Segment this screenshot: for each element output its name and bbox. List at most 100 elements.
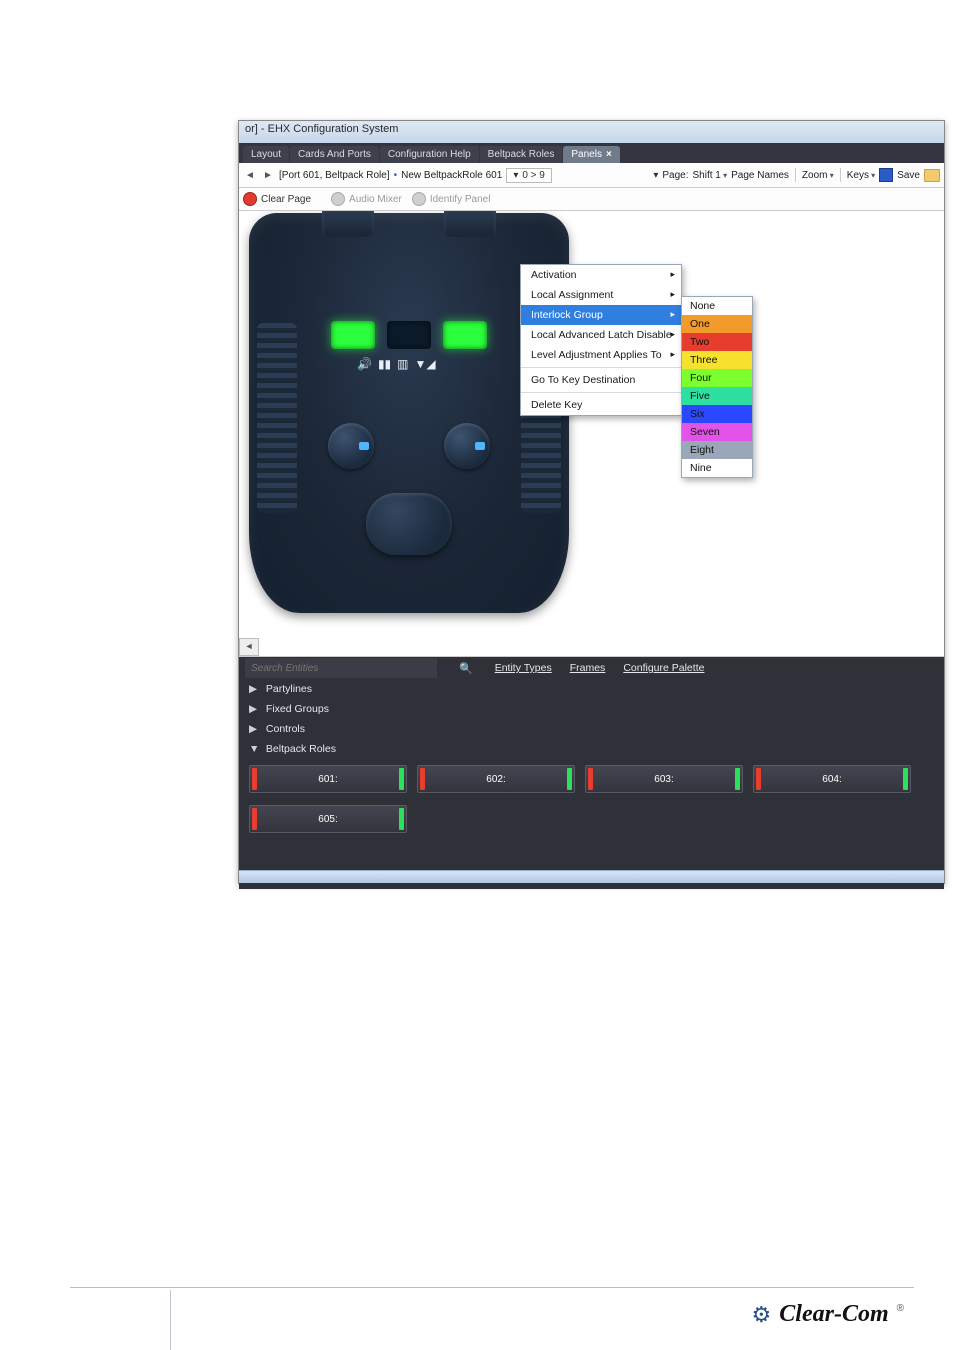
hscroll-left[interactable]: ◄ — [239, 638, 259, 656]
ctx-activation[interactable]: Activation — [521, 265, 681, 285]
interlock-opt-six[interactable]: Six — [682, 405, 752, 423]
interlock-opt-none[interactable]: None — [682, 297, 752, 315]
identify-panel-icon — [412, 192, 426, 206]
interlock-opt-one[interactable]: One — [682, 315, 752, 333]
keys-dropdown[interactable]: Keys — [847, 170, 875, 181]
role-tile[interactable]: 605: — [249, 805, 407, 833]
tab-panels[interactable]: Panels× — [563, 146, 619, 163]
clear-page-icon — [243, 192, 257, 206]
ctx-interlock-group[interactable]: Interlock Group — [521, 305, 681, 325]
gear-icon: ⚙ — [752, 1302, 772, 1328]
role-tile[interactable]: 602: — [417, 765, 575, 793]
ctx-go-to-key-destination[interactable]: Go To Key Destination — [521, 370, 681, 390]
palette-header: 🔍 Entity Types Frames Configure Palette — [239, 657, 944, 679]
zoom-dropdown[interactable]: Zoom — [802, 170, 834, 181]
registered-mark: ® — [897, 1303, 904, 1314]
chevron-right-icon: ▶ — [249, 703, 257, 715]
configure-palette-link[interactable]: Configure Palette — [623, 662, 704, 674]
device-knob-left[interactable] — [328, 423, 374, 469]
entity-types-link[interactable]: Entity Types — [495, 662, 552, 674]
category-partylines[interactable]: ▶ Partylines — [239, 679, 944, 699]
device-key-1[interactable] — [331, 321, 375, 349]
brand-name: Clear-Com — [779, 1301, 888, 1328]
device-port-right — [444, 211, 496, 237]
breadcrumb-role[interactable]: New BeltpackRole 601 — [401, 170, 502, 181]
device-knob-right[interactable] — [444, 423, 490, 469]
category-controls[interactable]: ▶ Controls — [239, 719, 944, 739]
breadcrumb-port: [Port 601, Beltpack Role] — [279, 170, 390, 181]
taskbar — [239, 870, 944, 883]
device-key-3[interactable] — [443, 321, 487, 349]
role-tile-row-2: 605: — [239, 799, 944, 839]
device-reply-button[interactable] — [366, 493, 452, 555]
interlock-opt-seven[interactable]: Seven — [682, 423, 752, 441]
app-window: or] - EHX Configuration System Layout Ca… — [238, 120, 945, 884]
audio-mixer-button[interactable]: Audio Mixer — [331, 192, 402, 206]
title-text: or] - EHX Configuration System — [245, 123, 398, 135]
ctx-local-advanced-latch-disable[interactable]: Local Advanced Latch Disable — [521, 325, 681, 345]
key-context-menu: Activation Local Assignment Interlock Gr… — [520, 264, 682, 416]
device-port-left — [322, 211, 374, 237]
category-beltpack-roles[interactable]: ▼ Beltpack Roles — [239, 739, 944, 759]
page-dropdown-caret[interactable]: ▾ — [653, 170, 658, 181]
role-tile[interactable]: 604: — [753, 765, 911, 793]
device-key-2[interactable] — [387, 321, 431, 349]
signal-icon: ▮▮ — [378, 357, 391, 371]
frames-link[interactable]: Frames — [570, 662, 606, 674]
palette-panel: 🔍 Entity Types Frames Configure Palette … — [239, 657, 944, 889]
role-tile[interactable]: 603: — [585, 765, 743, 793]
device-grille-left — [257, 323, 297, 513]
page-label: Page: — [662, 170, 688, 181]
breadcrumb-toolbar: ◄ ► [Port 601, Beltpack Role] • New Belt… — [239, 163, 944, 188]
search-input[interactable] — [245, 658, 437, 678]
page-gutter — [170, 1290, 171, 1350]
search-icon[interactable]: 🔍 — [455, 662, 477, 675]
category-fixed-groups[interactable]: ▶ Fixed Groups — [239, 699, 944, 719]
save-button[interactable]: Save — [897, 170, 920, 181]
nav-forward-button[interactable]: ► — [261, 170, 275, 181]
device-knob-row — [328, 423, 490, 469]
pager-indicator[interactable]: ▾ 0 > 9 — [506, 168, 552, 183]
role-tile[interactable]: 601: — [249, 765, 407, 793]
tab-cards-and-ports[interactable]: Cards And Ports — [290, 146, 379, 163]
interlock-opt-nine[interactable]: Nine — [682, 459, 752, 477]
page-names-button[interactable]: Page Names — [731, 170, 789, 181]
pager-caret: ▾ — [513, 170, 518, 181]
ctx-delete-key[interactable]: Delete Key — [521, 395, 681, 415]
footer-rule — [70, 1287, 914, 1288]
close-icon[interactable]: × — [606, 149, 612, 160]
device-icon-strip: 🔊 ▮▮ ▥ ▼◢ — [357, 357, 436, 371]
interlock-opt-eight[interactable]: Eight — [682, 441, 752, 459]
device-top-ports — [322, 211, 496, 237]
nav-back-button[interactable]: ◄ — [243, 170, 257, 181]
menu-separator — [521, 367, 681, 368]
device-screen-row — [331, 321, 487, 349]
battery-icon: ▥ — [397, 357, 408, 371]
identify-panel-button[interactable]: Identify Panel — [412, 192, 491, 206]
audio-mixer-icon — [331, 192, 345, 206]
speaker-icon: 🔊 — [357, 357, 372, 371]
chevron-right-icon: ▶ — [249, 723, 257, 735]
menu-separator — [521, 392, 681, 393]
tab-strip: Layout Cards And Ports Configuration Hel… — [239, 143, 944, 163]
clear-page-button[interactable]: Clear Page — [243, 192, 311, 206]
interlock-opt-three[interactable]: Three — [682, 351, 752, 369]
ctx-level-adjustment-applies-to[interactable]: Level Adjustment Applies To — [521, 345, 681, 365]
breadcrumb-separator: • — [394, 170, 398, 181]
interlock-opt-four[interactable]: Four — [682, 369, 752, 387]
window-title: or] - EHX Configuration System — [239, 121, 944, 143]
interlock-opt-two[interactable]: Two — [682, 333, 752, 351]
save-icon[interactable] — [879, 168, 893, 182]
action-toolbar: Clear Page Audio Mixer Identify Panel — [239, 188, 944, 211]
open-folder-icon[interactable] — [924, 169, 940, 182]
interlock-group-submenu: None One Two Three Four Five Six Seven E… — [681, 296, 753, 478]
tab-layout[interactable]: Layout — [243, 146, 289, 163]
chevron-down-icon: ▼ — [249, 743, 257, 755]
ctx-local-assignment[interactable]: Local Assignment — [521, 285, 681, 305]
chevron-right-icon: ▶ — [249, 683, 257, 695]
antenna-icon: ▼◢ — [415, 357, 436, 371]
tab-configuration-help[interactable]: Configuration Help — [380, 146, 479, 163]
tab-beltpack-roles[interactable]: Beltpack Roles — [480, 146, 563, 163]
page-selector[interactable]: Shift 1 — [692, 170, 727, 181]
interlock-opt-five[interactable]: Five — [682, 387, 752, 405]
